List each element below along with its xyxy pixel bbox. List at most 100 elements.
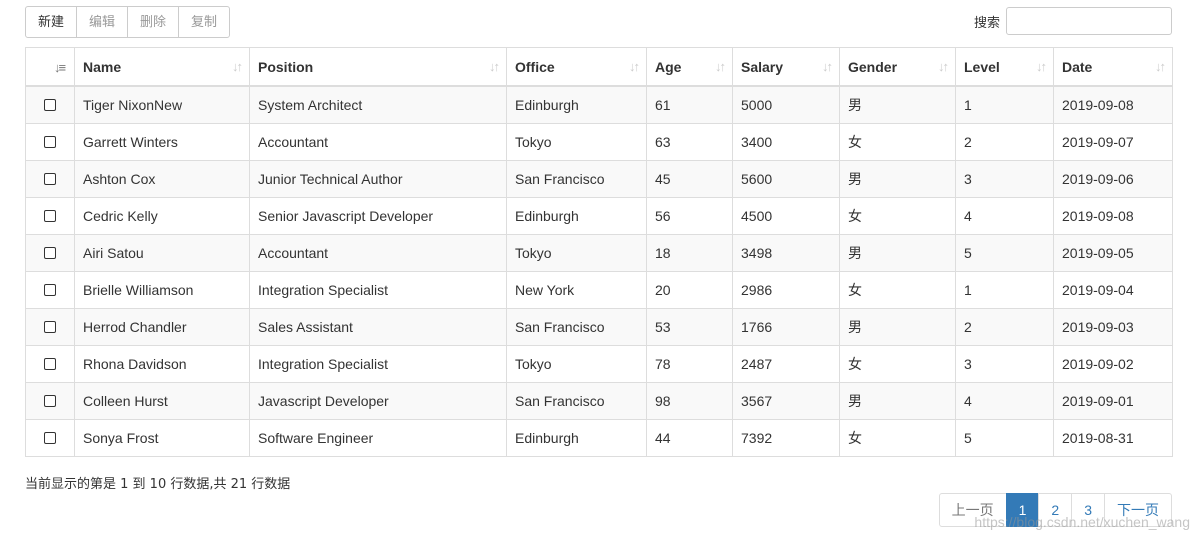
column-header[interactable]: Salary ↓↑ [732, 47, 840, 87]
table-cell-salary: 2986 [732, 271, 840, 309]
table-row[interactable]: Sonya Frost Software Engineer Edinburgh 44 7… [25, 419, 1173, 457]
table-cell-position: Integration Specialist [249, 345, 507, 383]
table-row[interactable]: Garrett Winters Accountant Tokyo 63 3400 女 2 20… [25, 123, 1173, 161]
watermark: https://blog.csdn.net/xuchen_wang [974, 514, 1190, 530]
table-row[interactable]: Cedric Kelly Senior Javascript Developer E… [25, 197, 1173, 235]
sort-icon: ↓↑ [715, 59, 726, 74]
table-cell-age: 44 [646, 419, 733, 457]
table-cell-gender: 女 [839, 197, 956, 235]
table-cell-salary: 5600 [732, 160, 840, 198]
table-cell-position: Senior Javascript Developer [249, 197, 507, 235]
row-checkbox[interactable] [44, 210, 56, 222]
table-row[interactable]: Tiger NixonNew System Architect Edinburgh 6… [25, 85, 1173, 124]
row-checkbox[interactable] [44, 358, 56, 370]
search-box: 搜索 [974, 6, 1172, 36]
row-select-cell [25, 419, 75, 457]
table-cell-level: 5 [955, 234, 1054, 272]
copy-button[interactable]: 复制 [178, 6, 231, 38]
table-header-row: ↓≡ Name ↓↑ Position ↓↑ Office ↓↑ Age ↓↑ Sala… [25, 47, 1173, 87]
table-cell-name: Sonya Frost [74, 419, 250, 457]
table-cell-date: 2019-09-01 [1053, 382, 1173, 420]
table-cell-date: 2019-09-08 [1053, 85, 1173, 124]
data-table: ↓≡ Name ↓↑ Position ↓↑ Office ↓↑ Age ↓↑ Sala… [25, 47, 1173, 457]
column-header[interactable]: Level ↓↑ [955, 47, 1054, 87]
table-cell-office: Edinburgh [506, 197, 647, 235]
table-cell-salary: 3400 [732, 123, 840, 161]
delete-button[interactable]: 删除 [127, 6, 180, 38]
table-cell-position: Software Engineer [249, 419, 507, 457]
row-select-cell [25, 345, 75, 383]
table-cell-office: San Francisco [506, 308, 647, 346]
table-cell-office: Edinburgh [506, 85, 647, 124]
table-cell-age: 63 [646, 123, 733, 161]
table-row[interactable]: Brielle Williamson Integration Specialist… [25, 271, 1173, 309]
row-checkbox[interactable] [44, 321, 56, 333]
row-checkbox[interactable] [44, 173, 56, 185]
table-cell-name: Tiger NixonNew [74, 85, 250, 124]
table-cell-date: 2019-09-06 [1053, 160, 1173, 198]
column-header[interactable]: Age ↓↑ [646, 47, 733, 87]
column-header[interactable]: Date ↓↑ [1053, 47, 1173, 87]
table-cell-age: 53 [646, 308, 733, 346]
table-cell-office: New York [506, 271, 647, 309]
row-checkbox[interactable] [44, 395, 56, 407]
table-cell-office: Tokyo [506, 234, 647, 272]
table-cell-name: Herrod Chandler [74, 308, 250, 346]
row-checkbox[interactable] [44, 136, 56, 148]
table-cell-gender: 男 [839, 308, 956, 346]
table-cell-name: Cedric Kelly [74, 197, 250, 235]
table-cell-office: Tokyo [506, 345, 647, 383]
table-cell-gender: 女 [839, 419, 956, 457]
table-cell-salary: 3567 [732, 382, 840, 420]
table-cell-level: 4 [955, 197, 1054, 235]
column-header[interactable]: Position ↓↑ [249, 47, 507, 87]
row-checkbox[interactable] [44, 284, 56, 296]
edit-button[interactable]: 编辑 [76, 6, 129, 38]
table-row[interactable]: Colleen Hurst Javascript Developer San Fra… [25, 382, 1173, 420]
toolbar: 新建 编辑 删除 复制 [25, 6, 231, 38]
table-cell-office: Tokyo [506, 123, 647, 161]
table-cell-level: 1 [955, 85, 1054, 124]
table-row[interactable]: Rhona Davidson Integration Specialist Toky… [25, 345, 1173, 383]
table-row[interactable]: Herrod Chandler Sales Assistant San Franci… [25, 308, 1173, 346]
row-select-cell [25, 123, 75, 161]
new-button[interactable]: 新建 [25, 6, 78, 38]
table-cell-name: Ashton Cox [74, 160, 250, 198]
select-column-header[interactable]: ↓≡ [25, 47, 75, 87]
row-select-cell [25, 308, 75, 346]
table-cell-name: Garrett Winters [74, 123, 250, 161]
row-checkbox[interactable] [44, 432, 56, 444]
table-cell-gender: 女 [839, 345, 956, 383]
row-select-cell [25, 197, 75, 235]
table-cell-name: Colleen Hurst [74, 382, 250, 420]
column-header[interactable]: Gender ↓↑ [839, 47, 956, 87]
table-cell-date: 2019-09-03 [1053, 308, 1173, 346]
row-select-cell [25, 160, 75, 198]
column-header[interactable]: Office ↓↑ [506, 47, 647, 87]
row-select-cell [25, 85, 75, 124]
table-cell-gender: 男 [839, 382, 956, 420]
row-select-cell [25, 271, 75, 309]
table-cell-gender: 男 [839, 160, 956, 198]
table-cell-office: Edinburgh [506, 419, 647, 457]
table-cell-position: Accountant [249, 234, 507, 272]
table-cell-age: 18 [646, 234, 733, 272]
table-cell-position: Integration Specialist [249, 271, 507, 309]
table-row[interactable]: Airi Satou Accountant Tokyo 18 3498 男 5 2019-09… [25, 234, 1173, 272]
table-cell-salary: 4500 [732, 197, 840, 235]
table-cell-position: System Architect [249, 85, 507, 124]
table-cell-gender: 女 [839, 271, 956, 309]
column-header[interactable]: Name ↓↑ [74, 47, 250, 87]
table-cell-age: 56 [646, 197, 733, 235]
row-checkbox[interactable] [44, 99, 56, 111]
table-cell-gender: 男 [839, 234, 956, 272]
table-cell-salary: 7392 [732, 419, 840, 457]
table-row[interactable]: Ashton Cox Junior Technical Author San Fra… [25, 160, 1173, 198]
row-checkbox[interactable] [44, 247, 56, 259]
table-cell-date: 2019-08-31 [1053, 419, 1173, 457]
sort-icon: ↓↑ [822, 59, 833, 74]
table-cell-date: 2019-09-04 [1053, 271, 1173, 309]
search-input[interactable] [1006, 7, 1172, 35]
table-cell-age: 98 [646, 382, 733, 420]
table-info: 当前显示的第是 1 到 10 行数据,共 21 行数据 [25, 477, 291, 492]
